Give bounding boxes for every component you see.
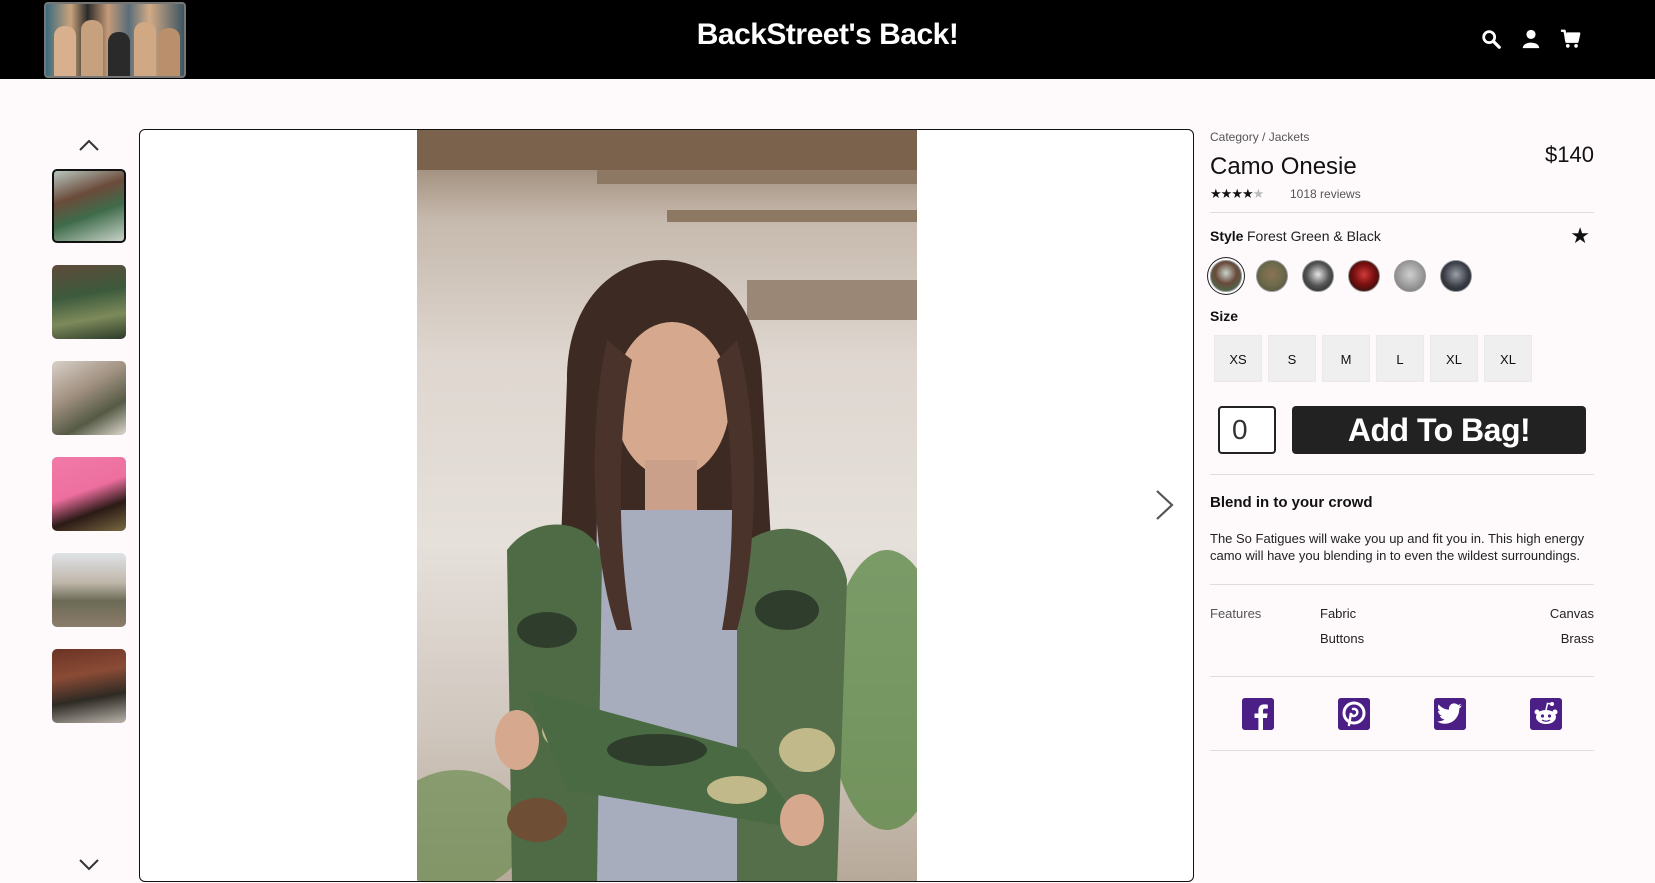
- divider: [1210, 676, 1594, 677]
- star-empty-icon: ★: [1252, 186, 1265, 201]
- half-star-icon: ★: [1241, 186, 1254, 201]
- style-swatch-4[interactable]: [1348, 260, 1380, 292]
- next-image-arrow[interactable]: [1152, 488, 1176, 522]
- thumbnails-up-arrow[interactable]: [78, 138, 100, 152]
- rating-stars: ★★★★★: [1210, 186, 1265, 202]
- features-label: Features: [1210, 606, 1262, 621]
- thumbnail-1[interactable]: [52, 169, 126, 243]
- main-product-photo: [417, 130, 917, 881]
- star-icon: ★: [1210, 186, 1222, 201]
- divider: [1210, 584, 1594, 585]
- style-swatch-3[interactable]: [1302, 260, 1334, 292]
- thumbnail-2[interactable]: [52, 265, 126, 339]
- feature-value: Brass: [1560, 631, 1594, 646]
- twitter-icon[interactable]: [1434, 698, 1466, 730]
- style-swatch-5[interactable]: [1394, 260, 1426, 292]
- quantity-input[interactable]: 0: [1218, 406, 1276, 454]
- size-label: Size: [1210, 308, 1239, 324]
- star-icon: ★: [1220, 186, 1233, 201]
- user-icon[interactable]: [1520, 28, 1542, 50]
- style-swatch-1[interactable]: [1210, 260, 1242, 292]
- description-text: The So Fatigues will wake you up and fit…: [1210, 531, 1585, 563]
- size-button-s[interactable]: S: [1268, 335, 1316, 382]
- reviews-count[interactable]: 1018 reviews: [1290, 187, 1361, 201]
- style-value: Forest Green & Black: [1247, 228, 1381, 244]
- thumbnail-5[interactable]: [52, 553, 126, 627]
- style-swatch-6[interactable]: [1440, 260, 1472, 292]
- size-button-xs[interactable]: XS: [1214, 335, 1262, 382]
- divider: [1210, 474, 1594, 475]
- thumbnail-4[interactable]: [52, 457, 126, 531]
- product-name: Camo Onesie: [1210, 153, 1357, 180]
- size-button-xl[interactable]: XL: [1430, 335, 1478, 382]
- description-title: Blend in to your crowd: [1210, 494, 1373, 511]
- search-icon[interactable]: [1480, 28, 1502, 50]
- style-swatch-2[interactable]: [1256, 260, 1288, 292]
- pinterest-icon[interactable]: [1338, 698, 1370, 730]
- style-label: Style: [1210, 228, 1244, 244]
- facebook-icon[interactable]: [1242, 698, 1274, 730]
- feature-name: Buttons: [1320, 631, 1365, 646]
- add-to-bag-button[interactable]: Add To Bag!: [1292, 406, 1586, 454]
- thumbnail-3[interactable]: [52, 361, 126, 435]
- size-button-xl-2[interactable]: XL: [1484, 335, 1532, 382]
- thumbnails-down-arrow[interactable]: [78, 858, 100, 872]
- size-button-m[interactable]: M: [1322, 335, 1370, 382]
- thumbnail-6[interactable]: [52, 649, 126, 723]
- divider: [1210, 212, 1594, 213]
- main-image-frame: [139, 129, 1194, 882]
- site-header: BackStreet's Back!: [0, 0, 1655, 79]
- site-title: BackStreet's Back!: [696, 18, 959, 51]
- favorite-star-icon[interactable]: ★: [1570, 223, 1590, 249]
- feature-name: Fabric: [1320, 606, 1357, 621]
- divider: [1210, 750, 1594, 751]
- size-button-l[interactable]: L: [1376, 335, 1424, 382]
- star-icon: ★: [1231, 186, 1243, 201]
- product-price: $140: [1545, 142, 1594, 167]
- breadcrumb[interactable]: Category / Jackets: [1210, 130, 1309, 144]
- cart-icon[interactable]: [1560, 28, 1582, 50]
- feature-value: Canvas: [1549, 606, 1594, 621]
- reddit-icon[interactable]: [1530, 698, 1562, 730]
